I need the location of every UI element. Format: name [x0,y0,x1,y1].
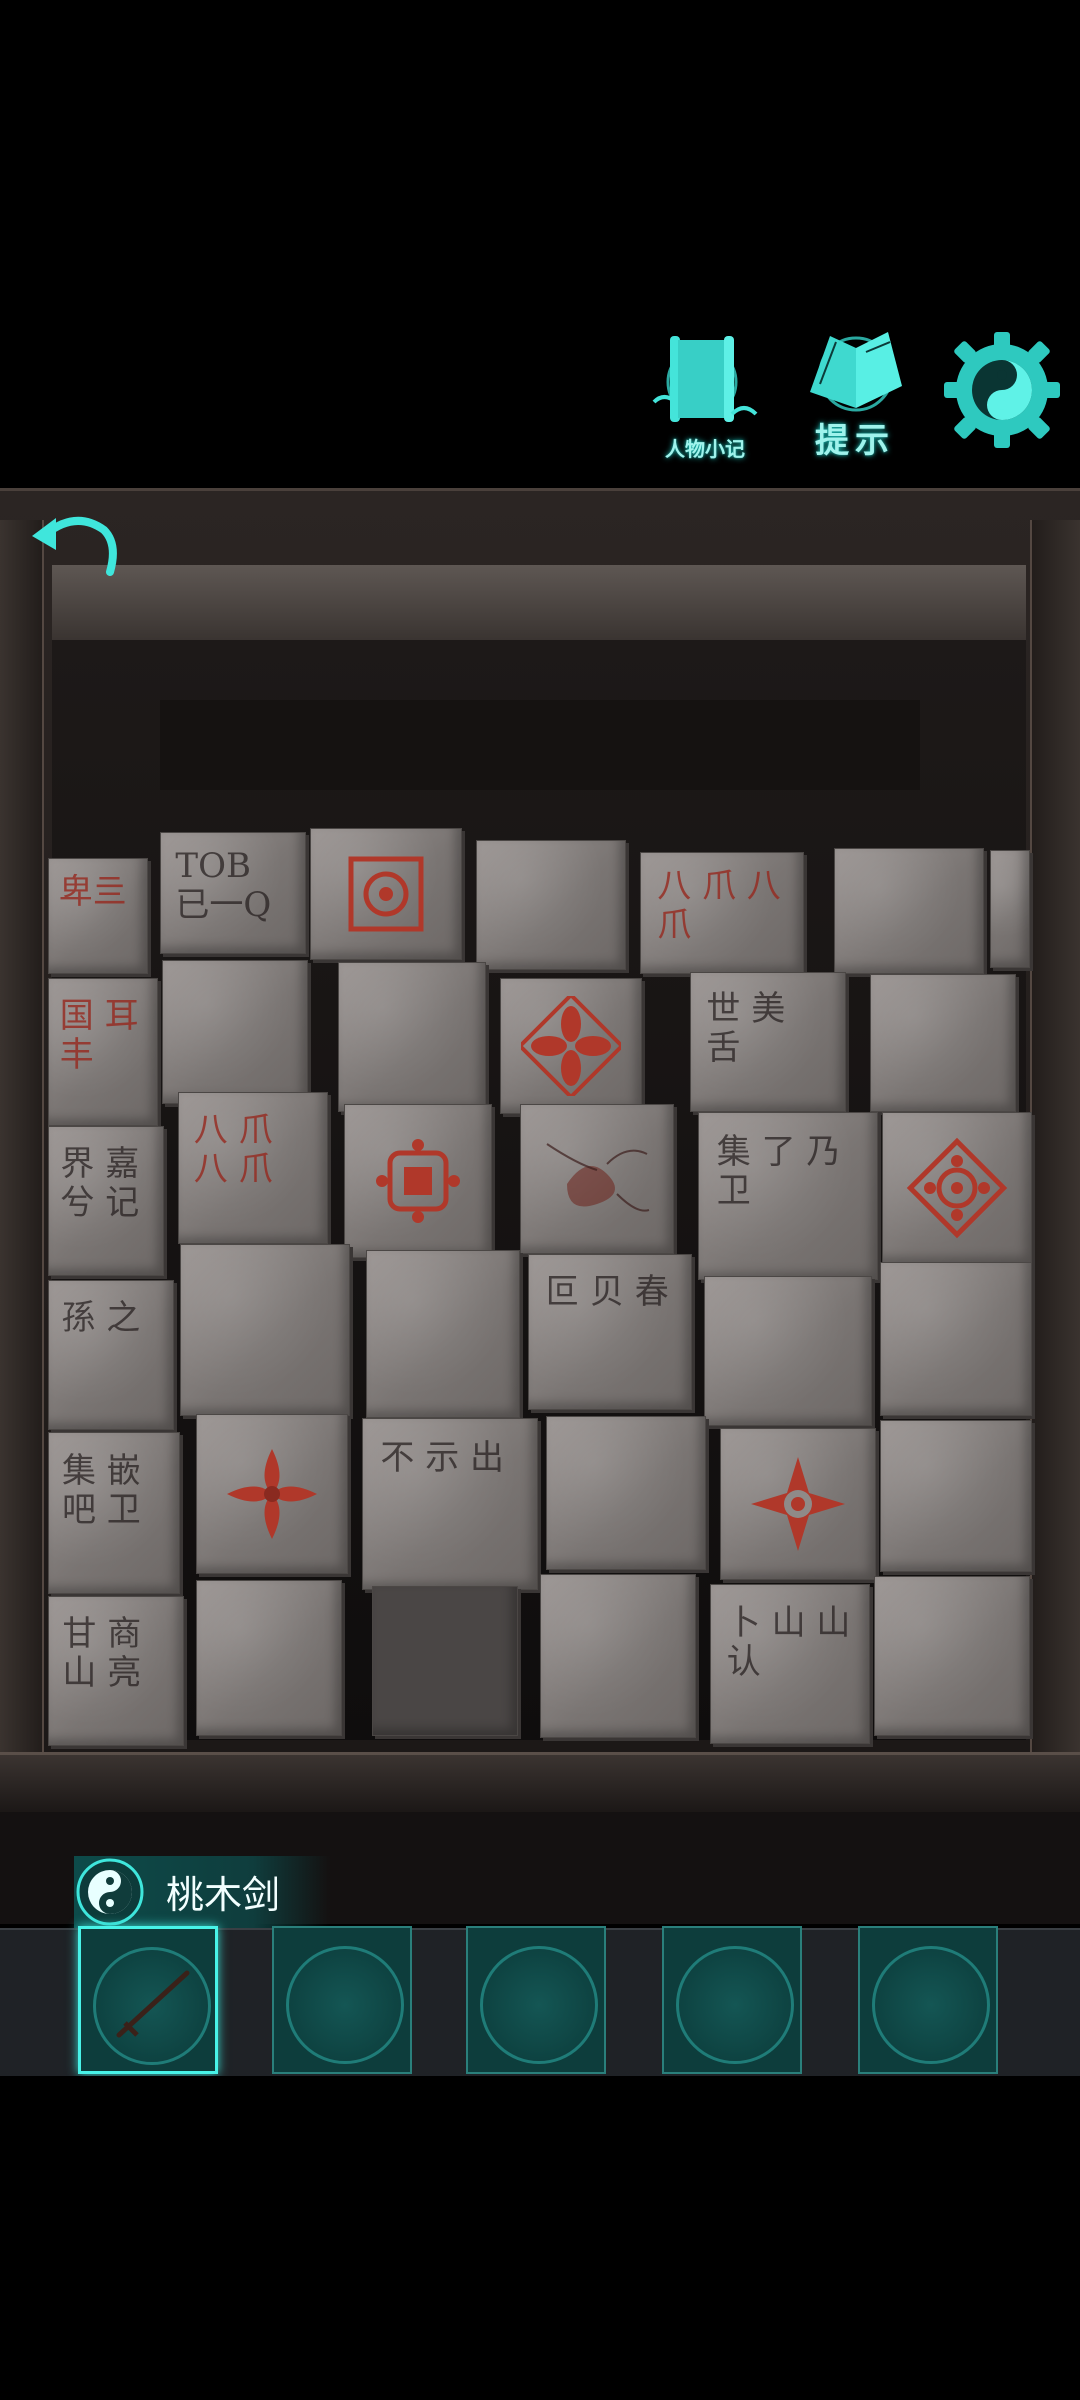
cabinet-shadow [160,700,920,790]
block-inscription: 世 美 舌 [706,988,786,1068]
yin-yang-gear-icon [944,332,1060,448]
hint-label: 提示 [815,421,895,461]
peach-wood-sword-icon [116,1970,190,2038]
block-inscription: TOB 已一Q [175,846,272,926]
block-inscription: 卑亖 [58,871,127,912]
puzzle-block[interactable]: 卜 山 山 认 [710,1584,870,1744]
puzzle-block[interactable]: 叵 贝 春 [528,1254,692,1410]
puzzle-block[interactable]: 集 了 乃 卫 [698,1112,878,1280]
puzzle-block[interactable] [704,1276,872,1426]
puzzle-block-emblem[interactable] [500,978,642,1114]
puzzle-block-emblem[interactable] [344,1104,492,1258]
puzzle-block-emblem[interactable] [196,1414,348,1574]
red-flower-emblem-icon [906,1137,1008,1239]
block-inscription: 集 嵌 吧 卫 [62,1451,141,1531]
puzzle-block[interactable]: 不 示 出 [362,1418,538,1590]
puzzle-block[interactable]: 八 爪 八 爪 [178,1092,328,1244]
cabinet-shelf [52,565,1026,644]
character-notes-button[interactable]: 人物小记 [640,322,770,462]
block-inscription: 叵 贝 春 [545,1272,669,1313]
puzzle-block[interactable] [870,974,1016,1112]
settings-button[interactable] [940,328,1064,452]
puzzle-block-emblem[interactable] [882,1112,1032,1264]
puzzle-block[interactable] [834,848,984,974]
slot-medallion [286,1946,404,2064]
back-button[interactable] [26,500,126,580]
puzzle-block[interactable] [880,1262,1032,1416]
puzzle-block[interactable] [338,962,486,1112]
back-arrow-icon [32,516,117,576]
block-inscription: 八 爪 八 爪 [193,1110,273,1190]
puzzle-block[interactable] [366,1250,520,1418]
block-inscription: 孫 之 [61,1297,141,1338]
puzzle-block[interactable] [162,960,308,1104]
block-inscription: 界 嘉 兮 记 [60,1143,140,1223]
puzzle-block-emblem[interactable] [310,828,462,960]
inventory-slot-5[interactable] [858,1926,998,2074]
selected-item-name: 桃木剑 [166,1873,281,1917]
inventory-slot-1[interactable] [78,1926,218,2074]
puzzle-block-shadowed[interactable] [372,1586,518,1736]
inventory-slot-3[interactable] [466,1926,606,2074]
block-inscription: 甘 商 山 亮 [62,1613,142,1693]
red-flower-emblem-icon [521,996,621,1096]
book-icon [810,332,902,412]
cabinet-bottom-rail [0,1752,1080,1815]
block-inscription: 不 示 出 [380,1438,505,1479]
puzzle-block[interactable]: 世 美 舌 [690,972,846,1112]
slot-medallion [872,1946,990,2064]
puzzle-block[interactable] [546,1416,706,1570]
puzzle-block[interactable] [874,1576,1030,1736]
slot-medallion [676,1946,794,2064]
puzzle-block[interactable]: 卑亖 [48,858,148,974]
inventory-slot-4[interactable] [662,1926,802,2074]
hint-button[interactable]: 提示 [790,322,920,462]
puzzle-block[interactable] [990,850,1030,968]
puzzle-block[interactable]: 八 爪 八 爪 [640,852,804,974]
puzzle-block[interactable] [476,840,626,970]
character-notes-label: 人物小记 [665,437,745,461]
bottom-blank-area [0,2076,1080,2400]
puzzle-block[interactable]: 界 嘉 兮 记 [48,1126,164,1276]
puzzle-block[interactable]: 集 嵌 吧 卫 [48,1432,180,1594]
puzzle-block[interactable] [196,1580,342,1736]
cabinet-left-frame [0,520,44,1770]
puzzle-block[interactable] [880,1420,1032,1572]
puzzle-block[interactable]: 甘 商 山 亮 [48,1596,184,1746]
slot-medallion [480,1946,598,2064]
block-inscription: 卜 山 山 认 [726,1602,851,1683]
red-flower-emblem-icon [227,1449,317,1539]
puzzle-block[interactable] [180,1244,350,1416]
puzzle-block[interactable]: TOB 已一Q [160,832,306,954]
block-inscription: 八 爪 八 爪 [657,866,781,946]
red-flower-emblem-icon [348,856,424,932]
cabinet-right-frame [1030,520,1080,1770]
red-flower-emblem-icon [751,1457,845,1551]
scroll-icon [652,336,758,422]
red-flower-emblem-icon [376,1139,460,1223]
puzzle-block-stained[interactable] [520,1104,674,1254]
puzzle-block[interactable] [540,1574,696,1738]
yin-yang-icon [76,1858,144,1926]
inventory-slot-2[interactable] [272,1926,412,2074]
puzzle-block[interactable]: 孫 之 [48,1280,174,1430]
blood-stain-icon [546,1143,650,1212]
block-inscription: 集 了 乃 卫 [716,1131,841,1211]
block-inscription: 国 耳 丰 [59,995,139,1075]
puzzle-block[interactable]: 国 耳 丰 [48,978,158,1126]
puzzle-block-emblem[interactable] [720,1428,876,1580]
